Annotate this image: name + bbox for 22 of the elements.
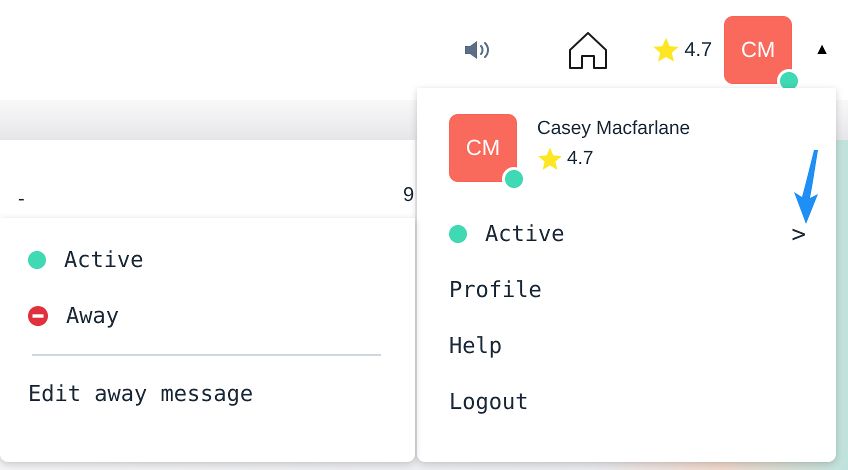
text-fragment: 9 xyxy=(403,184,414,207)
rating: 4.7 xyxy=(567,148,594,170)
status-option[interactable]: Active xyxy=(28,232,415,288)
status-label: Away xyxy=(66,304,119,328)
chevron-icon: > xyxy=(792,220,806,248)
status-label: Active xyxy=(485,222,564,246)
menu-item[interactable]: Profile xyxy=(449,262,836,318)
user-name: Casey Macfarlane xyxy=(537,118,690,140)
home-icon[interactable] xyxy=(568,30,608,70)
status-label: Active xyxy=(64,248,144,272)
avatar-initials: CM xyxy=(741,37,776,63)
menu-item[interactable]: Edit away message xyxy=(28,366,415,422)
menu-item[interactable]: Help xyxy=(449,318,836,374)
avatar-initials: CM xyxy=(466,135,500,161)
star-icon xyxy=(652,36,680,64)
status-menu-item[interactable]: Active > xyxy=(449,206,836,262)
text-fragment: - xyxy=(18,188,25,211)
menu-item[interactable]: Logout xyxy=(449,374,836,430)
star-icon xyxy=(537,146,563,172)
caret-icon[interactable]: ▲ xyxy=(814,41,830,59)
status-option[interactable]: Away xyxy=(28,288,415,344)
rating: 4.7 xyxy=(684,38,712,62)
